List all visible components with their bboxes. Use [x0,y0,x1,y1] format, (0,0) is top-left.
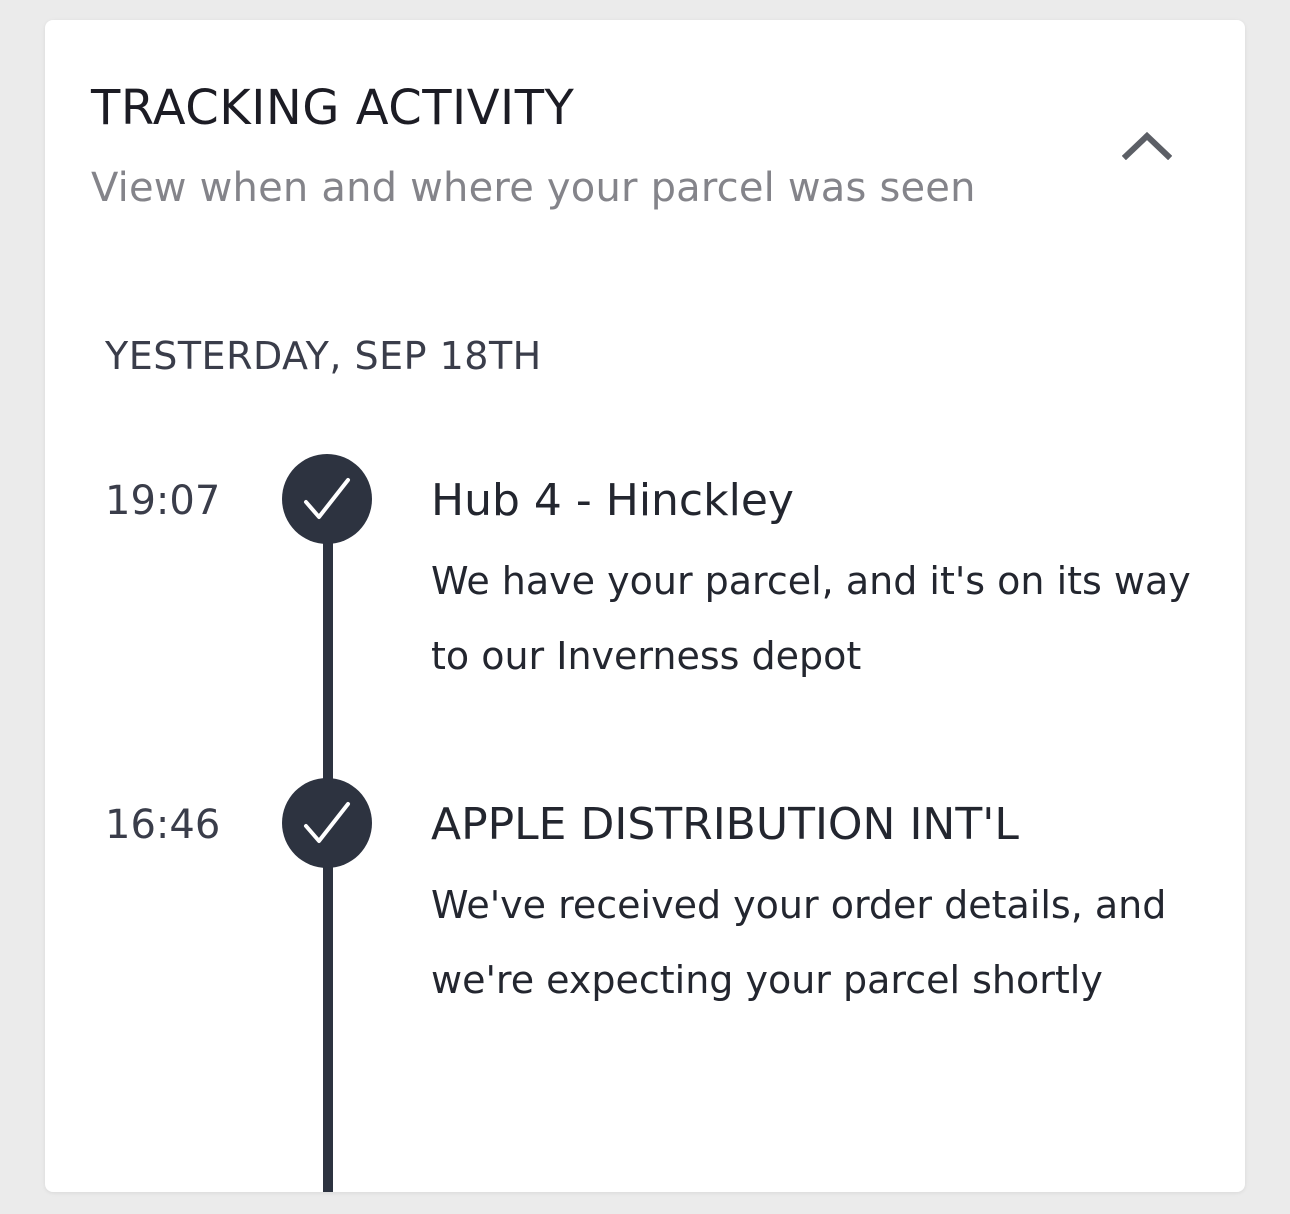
event-location: Hub 4 - Hinckley [431,475,794,526]
event-status-dot [282,778,372,868]
event-description: We have your parcel, and it's on its way… [431,559,1191,678]
tracking-activity-card: TRACKING ACTIVITY View when and where yo… [45,20,1245,1192]
card-subtitle: View when and where your parcel was seen [91,165,976,211]
event-time: 16:46 [105,802,221,848]
check-icon [304,802,350,843]
chevron-up-icon [1122,131,1172,160]
collapse-button[interactable] [1115,120,1179,170]
event-description: We've received your order details, and w… [431,883,1167,1002]
date-heading: YESTERDAY, SEP 18TH [105,334,542,378]
event-time: 19:07 [105,478,221,524]
check-icon [304,478,350,519]
event-location: APPLE DISTRIBUTION INT'L [431,799,1019,850]
event-status-dot [282,454,372,544]
card-title: TRACKING ACTIVITY [91,80,575,136]
